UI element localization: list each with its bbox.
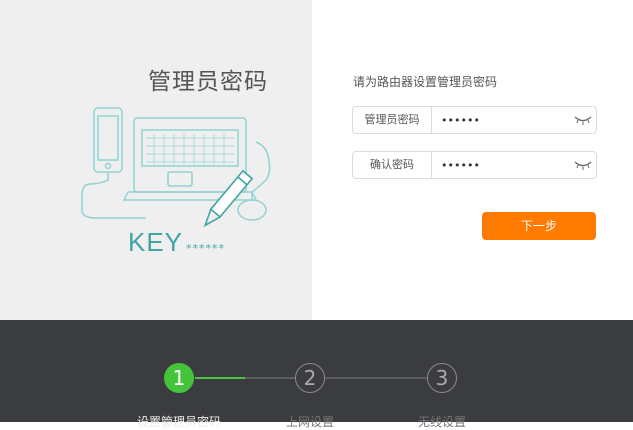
confirm-password-input[interactable] xyxy=(441,156,571,174)
step-2-circle: 2 xyxy=(295,363,325,393)
confirm-password-label: 确认密码 xyxy=(353,152,432,178)
key-stars: ****** xyxy=(186,242,225,255)
form-prompt: 请为路由器设置管理员密码 xyxy=(353,75,498,89)
admin-password-label: 管理员密码 xyxy=(353,107,432,133)
confirm-password-field: 确认密码 xyxy=(352,151,597,179)
step-connector-2-3 xyxy=(325,377,428,379)
eye-closed-icon[interactable] xyxy=(574,159,592,171)
key-text: KEY xyxy=(128,227,184,257)
step-1-circle: 1 xyxy=(164,363,194,393)
admin-password-input[interactable] xyxy=(441,111,571,129)
eye-closed-icon[interactable] xyxy=(574,114,592,126)
page-title: 管理员密码 xyxy=(148,69,268,95)
step-connector-1-2 xyxy=(245,377,297,379)
step-3-circle: 3 xyxy=(427,363,457,393)
step-connector-progress xyxy=(195,377,245,379)
next-button[interactable]: 下一步 xyxy=(482,212,596,240)
admin-password-field: 管理员密码 xyxy=(352,106,597,134)
